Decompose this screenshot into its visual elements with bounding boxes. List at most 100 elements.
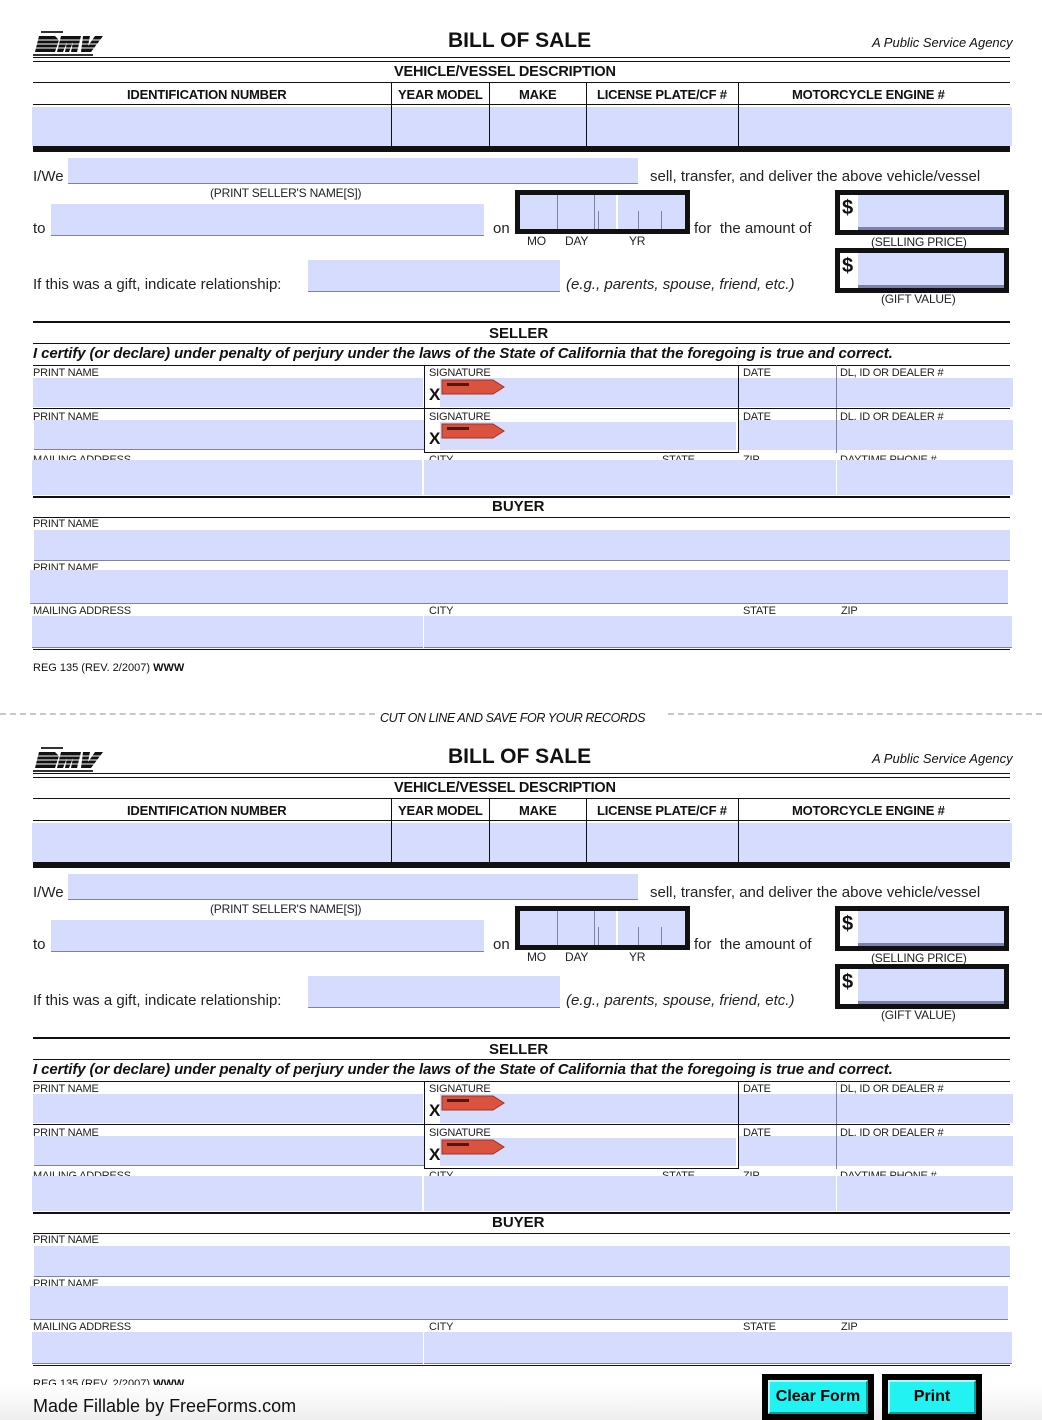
date-divider bbox=[661, 211, 662, 229]
buyer-zip-label: ZIP bbox=[841, 605, 858, 617]
print-button[interactable]: Print bbox=[888, 1380, 976, 1414]
divider bbox=[33, 1124, 1010, 1125]
seller1-print-name-input[interactable] bbox=[33, 378, 423, 407]
col-header-id: IDENTIFICATION NUMBER bbox=[127, 87, 287, 102]
certification-statement: I certify (or declare) under penalty of … bbox=[33, 345, 893, 362]
seller2-date-input[interactable] bbox=[739, 420, 836, 450]
gift-relationship-input[interactable] bbox=[308, 976, 560, 1008]
form-title: BILL OF SALE bbox=[448, 29, 592, 52]
divider bbox=[33, 1233, 1010, 1234]
buyer-city-input[interactable] bbox=[424, 616, 1012, 648]
seller2-dl-input[interactable] bbox=[837, 420, 1013, 450]
seller1-date-input[interactable] bbox=[739, 378, 836, 407]
seller1-dl-input[interactable] bbox=[837, 378, 1013, 407]
selling-price-input[interactable] bbox=[858, 195, 1004, 230]
sale-date-input[interactable] bbox=[515, 906, 690, 950]
date-divider bbox=[557, 911, 558, 945]
divider bbox=[33, 57, 1010, 58]
selling-price-input[interactable] bbox=[858, 911, 1004, 946]
vin-input[interactable] bbox=[32, 107, 391, 146]
gift-value-input[interactable] bbox=[858, 969, 1004, 1004]
buyer1-print-name-label: PRINT NAME bbox=[33, 518, 99, 530]
seller-city-state-zip-input[interactable] bbox=[424, 460, 836, 495]
buyer1-print-name-input[interactable] bbox=[34, 530, 1010, 561]
date-divider bbox=[594, 195, 595, 229]
divider bbox=[33, 798, 1010, 799]
seller2-date-input[interactable] bbox=[739, 1136, 836, 1166]
divider bbox=[33, 321, 1010, 323]
selling-price-box: $ bbox=[835, 906, 1009, 951]
seller-names-caption: (PRINT SELLER'S NAME[S]) bbox=[210, 186, 362, 200]
buyer-mailing-input[interactable] bbox=[32, 616, 423, 648]
seller2-print-name-input[interactable] bbox=[34, 1136, 424, 1166]
seller2-dl-input[interactable] bbox=[837, 1136, 1013, 1166]
buyer1-print-name-input[interactable] bbox=[34, 1246, 1010, 1277]
license-plate-input[interactable] bbox=[587, 107, 738, 146]
make-input[interactable] bbox=[490, 823, 586, 862]
seller2-print-name-input[interactable] bbox=[34, 420, 424, 450]
gift-value-caption: (GIFT VALUE) bbox=[881, 1008, 956, 1022]
amount-text: for the amount of bbox=[694, 936, 812, 953]
seller-mailing-input[interactable] bbox=[32, 1176, 422, 1211]
buyer-mailing-input[interactable] bbox=[32, 1332, 423, 1364]
signature-x-mark: X bbox=[429, 429, 441, 448]
clear-form-button[interactable]: Clear Form bbox=[768, 1380, 868, 1414]
iwe-label: I/We bbox=[33, 168, 64, 185]
vin-input[interactable] bbox=[32, 823, 391, 862]
dmv-logo-icon bbox=[33, 31, 107, 56]
gift-relationship-input[interactable] bbox=[308, 260, 560, 292]
buyer2-print-name-input[interactable] bbox=[30, 1286, 1008, 1320]
divider bbox=[33, 61, 1010, 62]
buyer1-print-name-label: PRINT NAME bbox=[33, 1234, 99, 1246]
gift-example-text: (e.g., parents, spouse, friend, etc.) bbox=[566, 276, 795, 293]
date-divider bbox=[598, 927, 599, 945]
seller-mailing-input[interactable] bbox=[32, 460, 422, 495]
buyer-city-input[interactable] bbox=[424, 1332, 1012, 1364]
gift-label: If this was a gift, indicate relationshi… bbox=[33, 992, 282, 1009]
date-divider bbox=[661, 927, 662, 945]
seller1-date-input[interactable] bbox=[739, 1094, 836, 1123]
buyer2-print-name-input[interactable] bbox=[30, 570, 1008, 604]
seller-city-state-zip-input[interactable] bbox=[424, 1176, 836, 1211]
cut-line-left bbox=[0, 713, 375, 715]
to-label: to bbox=[33, 220, 46, 237]
col-divider bbox=[424, 1081, 425, 1169]
col-header-engine: MOTORCYCLE ENGINE # bbox=[792, 803, 945, 818]
seller-phone-input[interactable] bbox=[837, 1176, 1013, 1211]
dollar-sign: $ bbox=[842, 971, 854, 993]
clear-form-button-frame: Clear Form bbox=[762, 1374, 874, 1420]
date-yr-caption: YR bbox=[629, 234, 646, 248]
seller-phone-input[interactable] bbox=[837, 460, 1013, 495]
certification-statement: I certify (or declare) under penalty of … bbox=[33, 1061, 893, 1078]
license-plate-input[interactable] bbox=[587, 823, 738, 862]
agency-tagline: A Public Service Agency bbox=[872, 751, 1013, 766]
divider bbox=[33, 1365, 1010, 1366]
gift-value-input[interactable] bbox=[858, 253, 1004, 288]
buyer-names-input[interactable] bbox=[51, 204, 484, 236]
sale-date-input[interactable] bbox=[515, 190, 690, 234]
col-header-plate: LICENSE PLATE/CF # bbox=[597, 803, 727, 818]
engine-number-input[interactable] bbox=[739, 107, 1012, 146]
buyer-section-title: BUYER bbox=[492, 498, 545, 515]
seller-names-input[interactable] bbox=[68, 874, 638, 900]
sign-here-tag-icon bbox=[441, 1139, 505, 1155]
form-code: REG 135 (REV. 2/2007) WWW bbox=[33, 662, 184, 674]
to-label: to bbox=[33, 936, 46, 953]
signature-x-mark: X bbox=[429, 1145, 441, 1164]
year-model-input[interactable] bbox=[392, 823, 489, 862]
seller-names-input[interactable] bbox=[68, 158, 638, 184]
year-model-input[interactable] bbox=[392, 107, 489, 146]
seller1-dl-input[interactable] bbox=[837, 1094, 1013, 1123]
bill-of-sale-record-copy: BILL OF SALE A Public Service Agency VEH… bbox=[0, 716, 1042, 1390]
divider bbox=[33, 82, 1010, 83]
make-input[interactable] bbox=[490, 107, 586, 146]
engine-number-input[interactable] bbox=[739, 823, 1012, 862]
date-divider bbox=[638, 927, 639, 945]
divider bbox=[33, 104, 1010, 105]
date-mo-caption: MO bbox=[527, 234, 546, 248]
buyer-names-input[interactable] bbox=[51, 920, 484, 952]
date-divider bbox=[638, 211, 639, 229]
bill-of-sale-original: BILL OF SALE A Public Service Agency VEH… bbox=[0, 0, 1042, 700]
seller1-print-name-input[interactable] bbox=[33, 1094, 423, 1123]
vehicle-section-title: VEHICLE/VESSEL DESCRIPTION bbox=[394, 780, 616, 796]
